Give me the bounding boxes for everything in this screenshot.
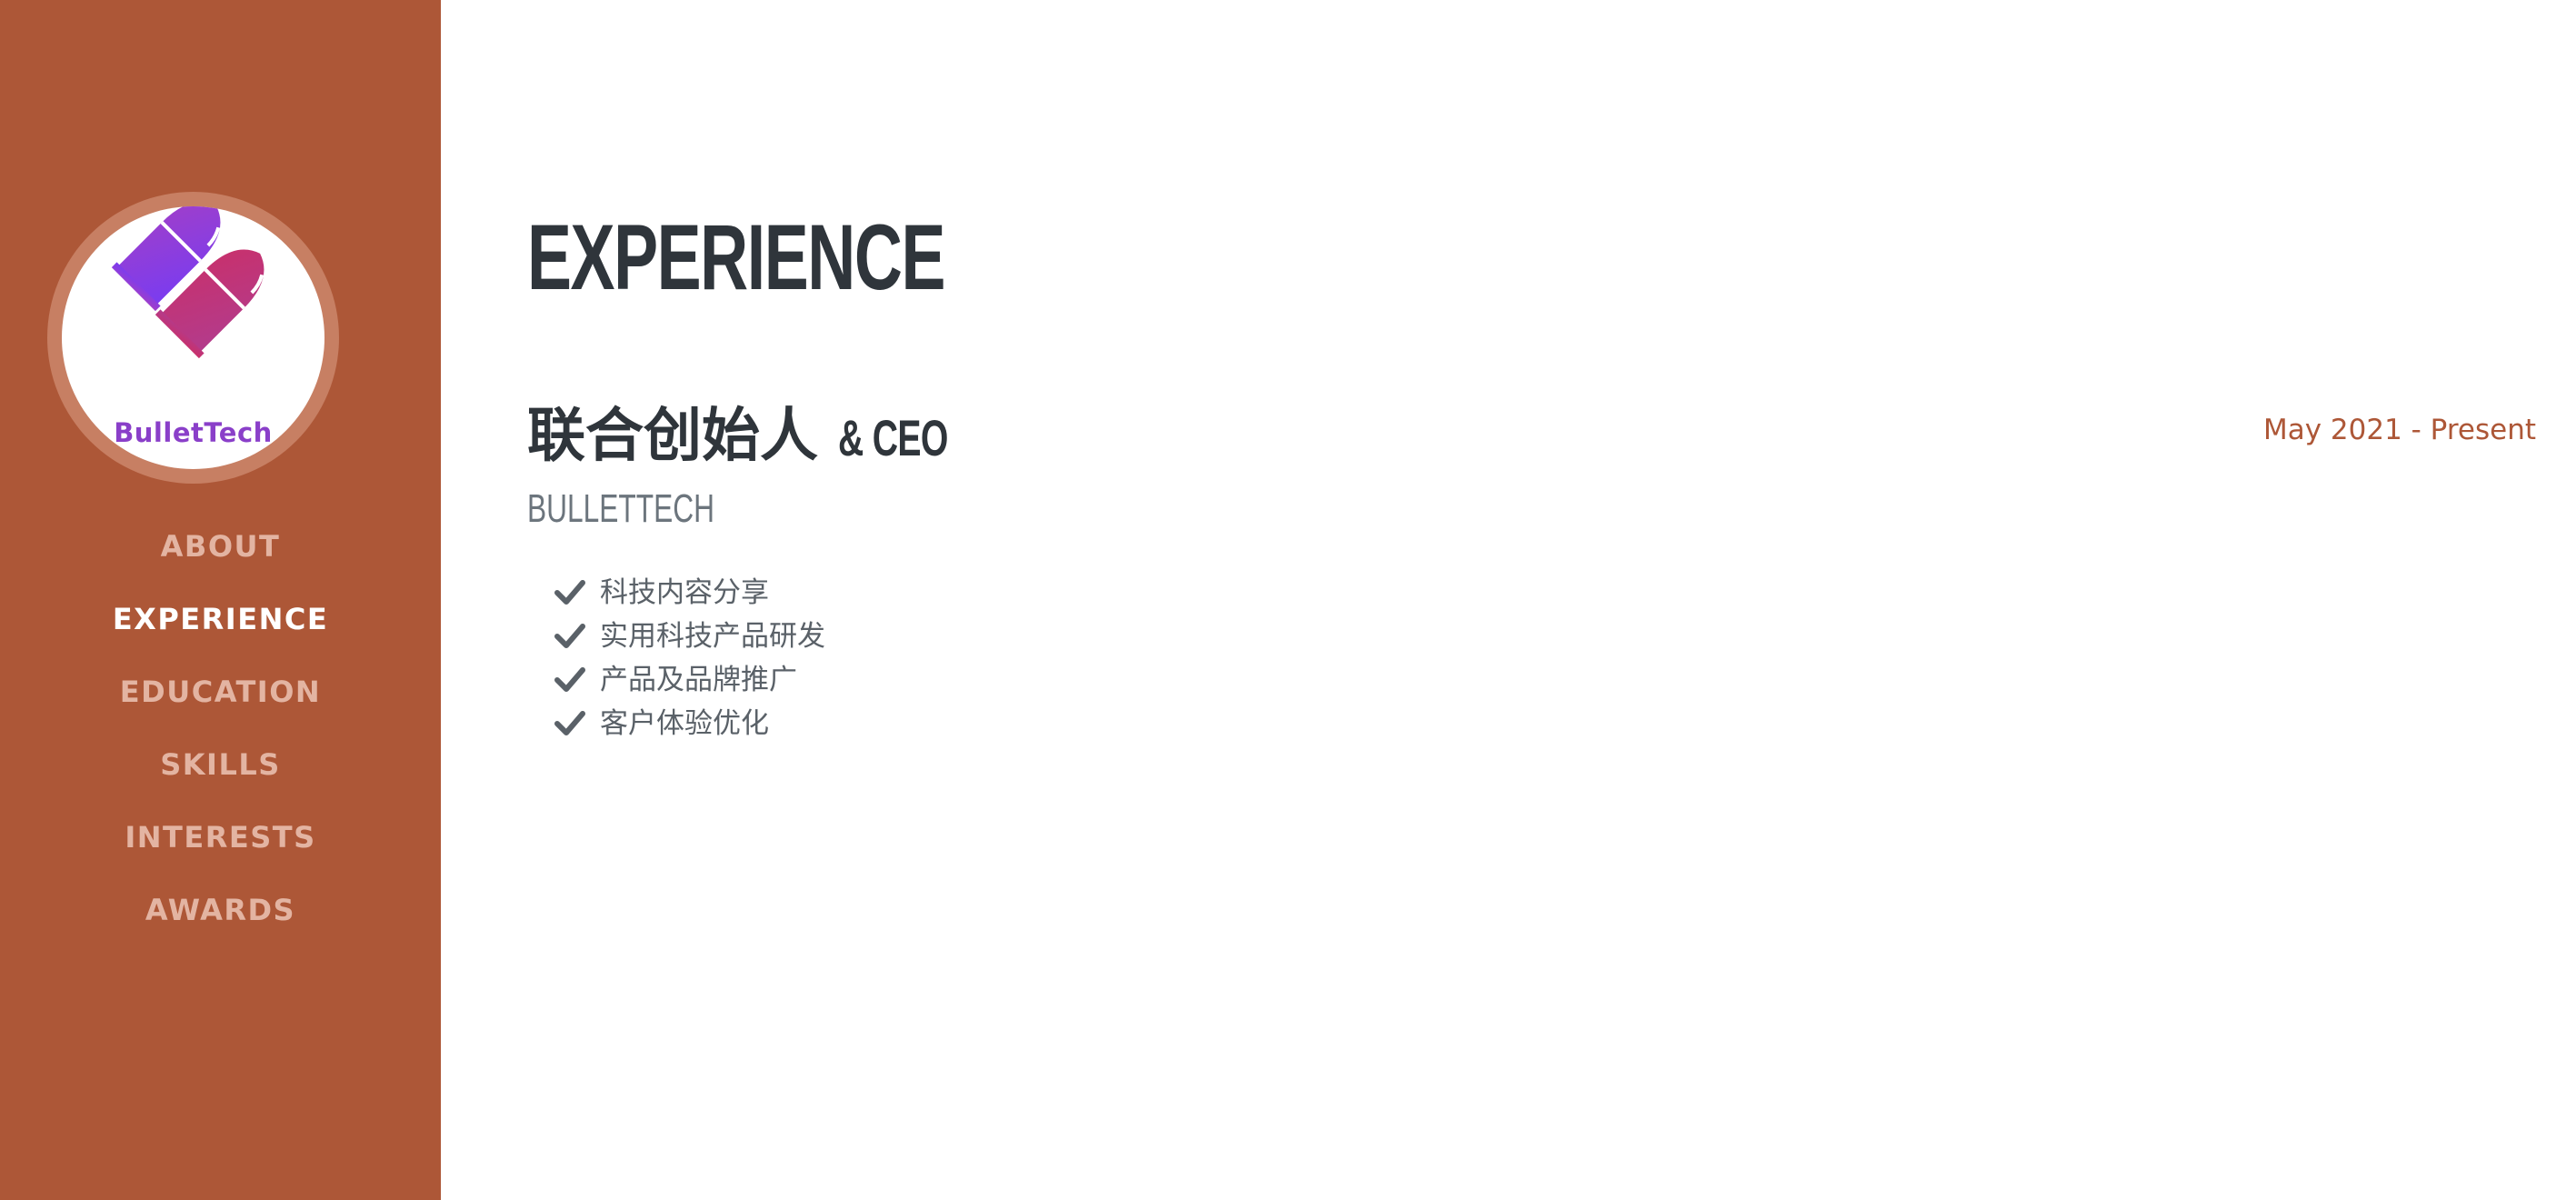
list-item-text: 客户体验优化 (600, 707, 769, 740)
job-title-en: & CEO (838, 409, 948, 466)
nav-item-skills[interactable]: SKILLS (0, 741, 441, 814)
check-icon (554, 623, 585, 648)
profile-logo[interactable]: BulletTech (47, 192, 339, 484)
main-content: EXPERIENCE 联合创始人 & CEO BULLETTECH May 20… (527, 0, 2536, 1200)
nav-item-interests[interactable]: INTERESTS (0, 814, 441, 886)
responsibility-list: 科技内容分享 实用科技产品研发 产品及品牌推广 客户体验优化 (554, 571, 825, 745)
check-icon (554, 579, 585, 605)
job-title-cn: 联合创始人 (527, 403, 818, 470)
company-name: BULLETTECH (527, 486, 714, 531)
section-title: EXPERIENCE (527, 205, 945, 309)
nav-item-experience[interactable]: EXPERIENCE (0, 595, 441, 668)
list-item: 客户体验优化 (554, 702, 825, 745)
list-item-text: 实用科技产品研发 (600, 620, 825, 653)
sidebar: BulletTech ABOUT EXPERIENCE EDUCATION SK… (0, 0, 441, 1200)
list-item-text: 产品及品牌推广 (600, 664, 797, 696)
check-icon (554, 710, 585, 735)
logo-text: BulletTech (114, 417, 273, 448)
check-icon (554, 666, 585, 692)
nav-item-education[interactable]: EDUCATION (0, 668, 441, 741)
sidebar-nav: ABOUT EXPERIENCE EDUCATION SKILLS INTERE… (0, 523, 441, 959)
nav-item-about[interactable]: ABOUT (0, 523, 441, 595)
list-item: 科技内容分享 (554, 571, 825, 615)
list-item: 产品及品牌推广 (554, 658, 825, 702)
list-item-text: 科技内容分享 (600, 576, 769, 609)
date-range: May 2021 - Present (2262, 414, 2536, 446)
nav-item-awards[interactable]: AWARDS (0, 886, 441, 959)
job-title: 联合创始人 & CEO (527, 402, 995, 473)
list-item: 实用科技产品研发 (554, 615, 825, 658)
logo-disc: BulletTech (62, 206, 324, 469)
